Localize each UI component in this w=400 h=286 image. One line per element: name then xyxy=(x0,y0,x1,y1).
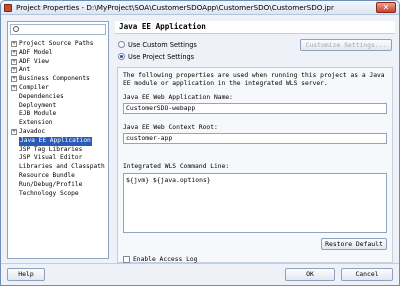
sidebar-item[interactable]: Resource Bundle xyxy=(10,172,106,181)
sidebar-item-label: JSP Tag Libraries xyxy=(19,145,83,153)
title-bar: Project Properties - D:\MyProject\SOA\Cu… xyxy=(1,1,399,15)
sidebar: + Project Source Paths + ADF Model + ADF View… xyxy=(7,21,109,259)
sidebar-item-label: Dependencies xyxy=(19,92,64,100)
header-divider xyxy=(115,33,395,34)
sidebar-item[interactable]: EJB Module xyxy=(10,110,106,119)
sidebar-item[interactable]: Java EE Application xyxy=(10,136,106,146)
sidebar-item[interactable]: Extension xyxy=(10,119,106,128)
enable-access-log-checkbox[interactable] xyxy=(123,256,130,263)
close-button[interactable]: ✕ xyxy=(376,2,396,13)
use-custom-settings-radio[interactable] xyxy=(118,41,125,48)
expand-icon[interactable]: + xyxy=(11,128,17,135)
category-tree: + Project Source Paths + ADF Model + ADF View… xyxy=(10,40,106,198)
sidebar-item-label: JSP Visual Editor xyxy=(19,154,83,162)
sidebar-item-label: Run/Debug/Profile xyxy=(19,180,83,188)
sidebar-item-label: Extension xyxy=(19,119,53,127)
sidebar-item[interactable]: + Compiler xyxy=(10,84,106,93)
expand-icon[interactable]: + xyxy=(11,84,17,91)
wls-command-line-label: Integrated WLS Command Line: xyxy=(123,163,230,170)
app-icon xyxy=(4,4,12,12)
context-root-field[interactable]: customer-app xyxy=(123,133,387,144)
sidebar-item[interactable]: + Javadoc xyxy=(10,128,106,137)
sidebar-item[interactable]: Dependencies xyxy=(10,93,106,102)
expand-icon[interactable]: + xyxy=(11,41,17,47)
sidebar-item-label: Libraries and Classpath xyxy=(19,163,105,171)
sidebar-item[interactable]: + Project Source Paths xyxy=(10,40,106,49)
enable-access-log-label: Enable Access Log xyxy=(133,256,198,263)
ok-button[interactable]: OK xyxy=(285,268,335,281)
wls-command-line-field[interactable]: ${jvm} ${java.options} xyxy=(123,173,387,233)
sidebar-item-label: Javadoc xyxy=(19,127,46,135)
use-project-settings-radio[interactable] xyxy=(118,53,125,60)
use-custom-settings-label: Use Custom Settings xyxy=(128,41,197,49)
panel-header: Java EE Application xyxy=(115,21,395,33)
web-app-name-field[interactable]: CustomerSDO-webapp xyxy=(123,103,387,114)
sidebar-item-label: Technology Scope xyxy=(19,189,79,197)
sidebar-item[interactable]: + Business Components xyxy=(10,75,106,84)
page-title: Java EE Application xyxy=(119,22,206,31)
sidebar-item[interactable]: Libraries and Classpath xyxy=(10,163,106,172)
footer-divider xyxy=(1,263,399,264)
window-title: Project Properties - D:\MyProject\SOA\Cu… xyxy=(16,3,334,12)
project-properties-dialog: Project Properties - D:\MyProject\SOA\Cu… xyxy=(0,0,400,286)
sidebar-item-label: Business Components xyxy=(19,75,90,83)
main-panel: Java EE Application Use Custom Settings … xyxy=(115,21,395,265)
sidebar-item[interactable]: + ADF View xyxy=(10,58,106,67)
sidebar-item-label: Ant xyxy=(19,66,31,74)
search-icon xyxy=(13,26,19,32)
context-root-label: Java EE Web Context Root: xyxy=(123,124,218,131)
sidebar-item[interactable]: Run/Debug/Profile xyxy=(10,181,106,190)
sidebar-item-label: ADF Model xyxy=(19,48,53,56)
restore-default-button[interactable]: Restore Default xyxy=(321,238,387,250)
sidebar-item[interactable]: + Ant xyxy=(10,66,106,75)
expand-icon[interactable]: + xyxy=(11,49,17,56)
use-project-settings-label: Use Project Settings xyxy=(128,53,195,61)
sidebar-item-label: Resource Bundle xyxy=(19,171,75,179)
sidebar-item[interactable]: Deployment xyxy=(10,102,106,111)
expand-icon[interactable]: + xyxy=(11,76,17,83)
search-input[interactable] xyxy=(10,24,106,35)
sidebar-item[interactable]: Technology Scope xyxy=(10,190,106,199)
expand-icon[interactable]: + xyxy=(11,67,17,74)
web-app-name-label: Java EE Web Application Name: xyxy=(123,94,233,101)
sidebar-item-label: Java EE Application xyxy=(19,136,92,146)
sidebar-item[interactable]: JSP Visual Editor xyxy=(10,154,106,163)
sidebar-item-label: Compiler xyxy=(19,83,49,91)
sidebar-item-label: Project Source Paths xyxy=(19,40,94,47)
customize-settings-button[interactable]: Customize Settings... xyxy=(300,39,392,51)
cancel-button[interactable]: Cancel xyxy=(341,268,393,281)
help-button[interactable]: Help xyxy=(7,268,45,281)
sidebar-item[interactable]: JSP Tag Libraries xyxy=(10,146,106,155)
description-text: The following properties are used when r… xyxy=(123,72,385,87)
sidebar-item-label: Deployment xyxy=(19,101,57,109)
sidebar-item-label: ADF View xyxy=(19,57,49,65)
sidebar-item[interactable]: + ADF Model xyxy=(10,49,106,58)
sidebar-item-label: EJB Module xyxy=(19,110,57,118)
settings-group: The following properties are used when r… xyxy=(117,67,393,263)
expand-icon[interactable]: + xyxy=(11,58,17,65)
